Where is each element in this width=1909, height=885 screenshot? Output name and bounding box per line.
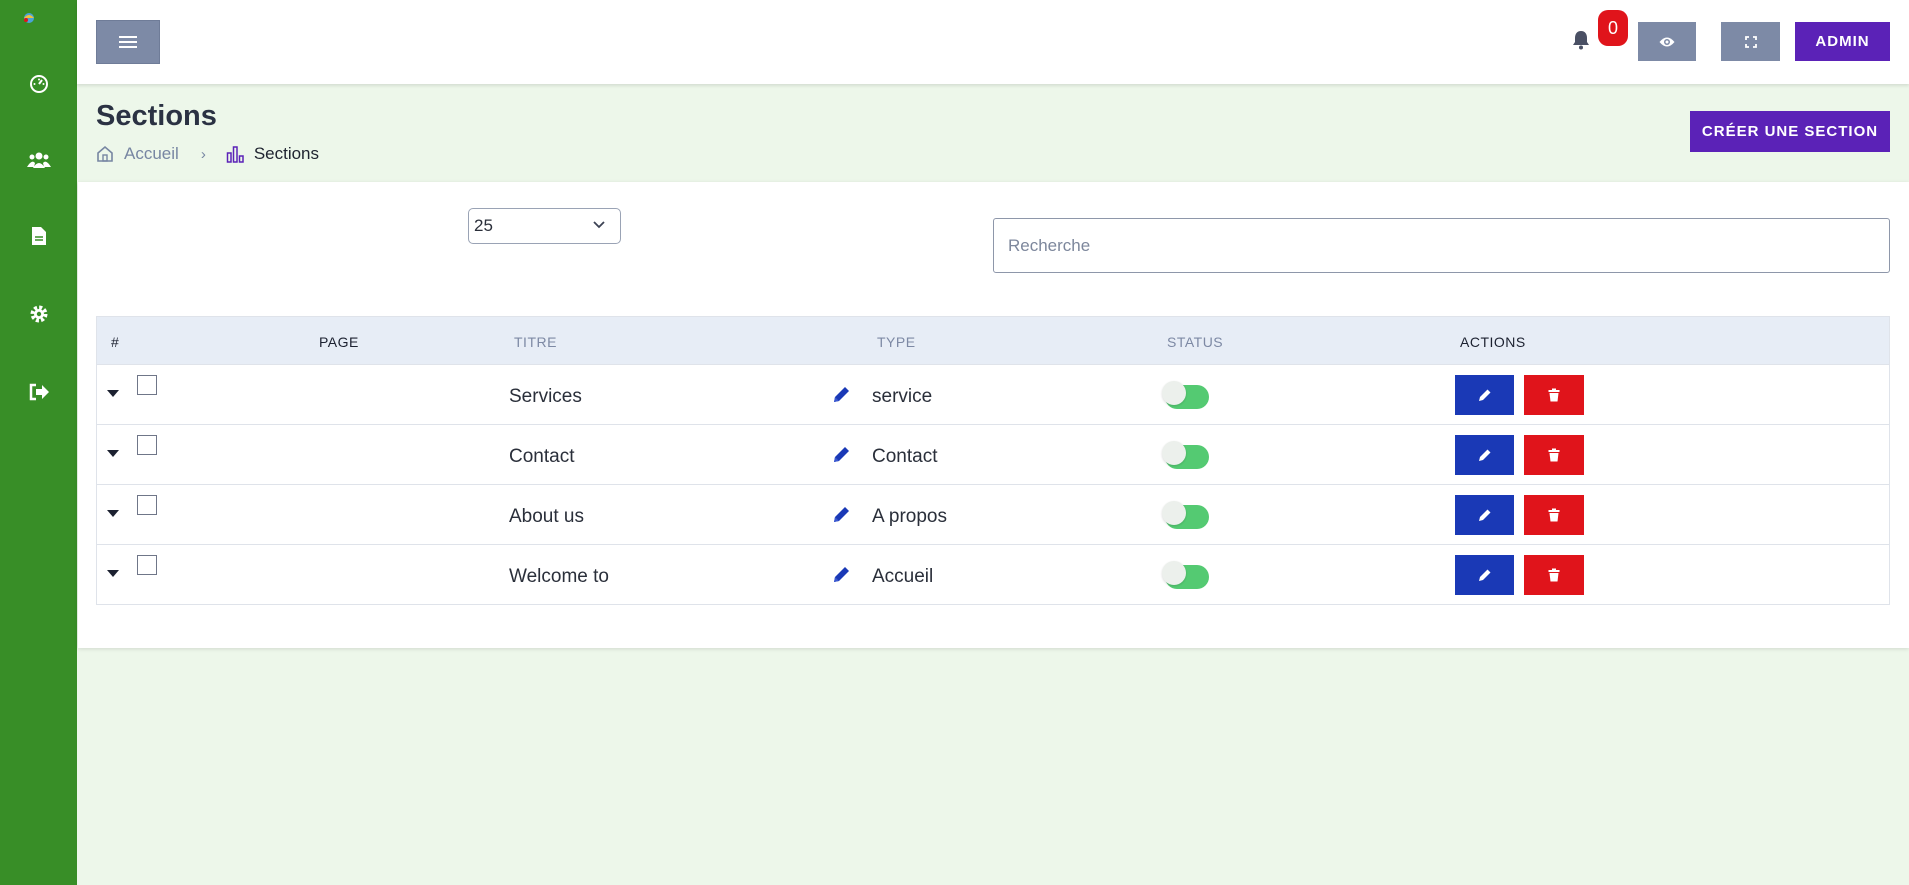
sidebar-item-dashboard[interactable] xyxy=(0,64,77,104)
delete-button[interactable] xyxy=(1524,435,1584,475)
trash-icon xyxy=(1548,508,1560,522)
notification-count-badge: 0 xyxy=(1598,10,1628,46)
row-title: Welcome to xyxy=(509,566,609,587)
sidebar-item-logout[interactable] xyxy=(0,372,77,412)
caret-down-icon[interactable] xyxy=(106,387,120,399)
delete-button[interactable] xyxy=(1524,375,1584,415)
pencil-icon[interactable] xyxy=(831,505,851,525)
fullscreen-button[interactable] xyxy=(1721,22,1780,61)
table-row: Services service xyxy=(97,364,1889,424)
sidebar-item-settings[interactable] xyxy=(0,294,77,334)
hamburger-icon xyxy=(119,36,137,48)
column-header-status: STATUS xyxy=(1167,334,1224,350)
edit-button[interactable] xyxy=(1455,435,1514,475)
chevron-right-icon: › xyxy=(200,145,206,163)
gear-icon xyxy=(30,305,47,323)
row-title: Services xyxy=(509,386,582,407)
edit-button[interactable] xyxy=(1455,495,1514,535)
pencil-icon[interactable] xyxy=(831,565,851,585)
create-section-button[interactable]: CRÉER UNE SECTION xyxy=(1690,111,1890,152)
column-header-title: TITRE xyxy=(514,334,557,350)
breadcrumb-current: Sections xyxy=(253,144,320,163)
chevron-down-icon xyxy=(593,221,605,229)
row-checkbox[interactable] xyxy=(137,495,157,515)
eye-icon xyxy=(1659,37,1675,46)
dashboard-icon xyxy=(29,75,48,93)
menu-toggle-button[interactable] xyxy=(96,20,160,64)
row-title: About us xyxy=(509,506,584,527)
status-toggle[interactable] xyxy=(1162,441,1209,469)
caret-down-icon[interactable] xyxy=(106,507,120,519)
admin-menu-button[interactable]: ADMIN xyxy=(1795,22,1890,61)
document-icon xyxy=(31,227,46,245)
trash-icon xyxy=(1548,388,1560,402)
pencil-icon xyxy=(1478,569,1490,581)
status-toggle[interactable] xyxy=(1162,381,1209,409)
pencil-icon xyxy=(1478,449,1490,461)
search-input[interactable] xyxy=(993,218,1890,273)
logout-icon xyxy=(29,383,49,401)
breadcrumb-home-link[interactable]: Accueil xyxy=(124,144,179,164)
table-header: # PAGE TITRE TYPE STATUS ACTIONS xyxy=(97,317,1889,364)
column-header-type: TYPE xyxy=(877,334,916,350)
status-toggle[interactable] xyxy=(1162,501,1209,529)
trash-icon xyxy=(1548,448,1560,462)
sidebar xyxy=(0,0,77,885)
caret-down-icon[interactable] xyxy=(106,447,120,459)
delete-button[interactable] xyxy=(1524,555,1584,595)
notifications-button[interactable] xyxy=(1572,30,1596,58)
row-checkbox[interactable] xyxy=(137,435,157,455)
expand-icon xyxy=(1744,35,1757,48)
sidebar-item-users[interactable] xyxy=(0,140,77,180)
row-type: service xyxy=(872,386,933,407)
row-title: Contact xyxy=(509,446,575,467)
pencil-icon xyxy=(1478,389,1490,401)
per-page-select[interactable]: 25 xyxy=(468,208,621,244)
row-type: A propos xyxy=(872,506,947,527)
table-row: About us A propos xyxy=(97,484,1889,544)
preview-button[interactable] xyxy=(1638,22,1696,61)
table-row: Contact Contact xyxy=(97,424,1889,484)
users-icon xyxy=(26,152,51,168)
home-icon xyxy=(97,145,113,162)
delete-button[interactable] xyxy=(1524,495,1584,535)
row-checkbox[interactable] xyxy=(137,555,157,575)
page-title: Sections xyxy=(96,100,217,132)
trash-icon xyxy=(1548,568,1560,582)
bar-chart-icon xyxy=(226,146,244,163)
bell-icon xyxy=(1573,31,1589,50)
edit-button[interactable] xyxy=(1455,555,1514,595)
breadcrumb: Accueil › Sections xyxy=(96,143,319,165)
table-row: Welcome to Accueil xyxy=(97,544,1889,604)
sections-table: # PAGE TITRE TYPE STATUS ACTIONS Service… xyxy=(96,316,1890,605)
pencil-icon[interactable] xyxy=(831,385,851,405)
caret-down-icon[interactable] xyxy=(106,567,120,579)
row-checkbox[interactable] xyxy=(137,375,157,395)
column-header-number: # xyxy=(111,334,120,350)
per-page-value: 25 xyxy=(474,216,493,235)
column-header-actions: ACTIONS xyxy=(1460,334,1526,350)
status-toggle[interactable] xyxy=(1162,561,1209,589)
edit-button[interactable] xyxy=(1455,375,1514,415)
topbar: 0 ADMIN xyxy=(77,0,1909,84)
pencil-icon[interactable] xyxy=(831,445,851,465)
row-type: Accueil xyxy=(872,566,934,587)
sidebar-item-documents[interactable] xyxy=(0,216,77,256)
logo xyxy=(24,13,34,23)
row-type: Contact xyxy=(872,446,938,467)
column-header-page: PAGE xyxy=(319,334,359,350)
pencil-icon xyxy=(1478,509,1490,521)
